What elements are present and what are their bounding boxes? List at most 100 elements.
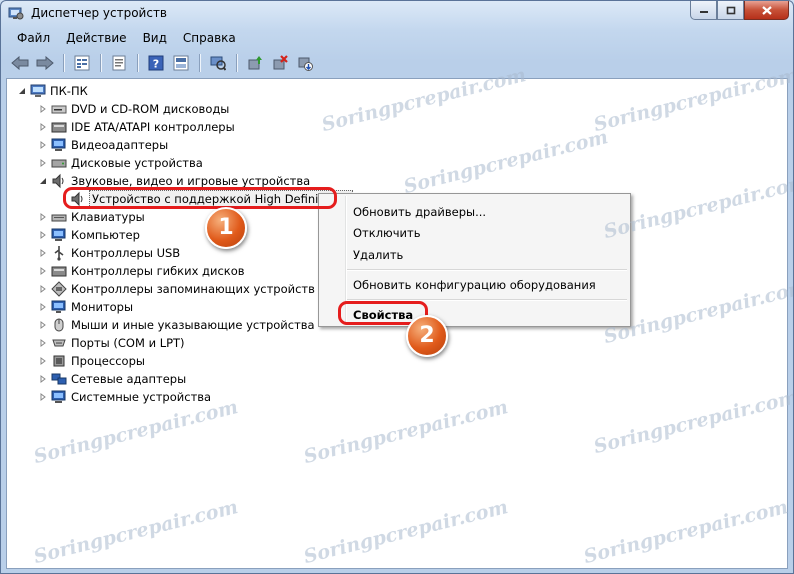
device-manager-icon	[8, 5, 24, 21]
menu-help[interactable]: Справка	[175, 29, 244, 49]
processor-icon	[51, 353, 67, 369]
system-device-icon	[51, 389, 67, 405]
tree-item[interactable]: Системные устройства	[38, 388, 212, 406]
tree-item-label: Компьютер	[71, 228, 140, 242]
monitor-icon	[51, 299, 67, 315]
tree-item-label: Видеоадаптеры	[71, 138, 169, 152]
computer-icon	[30, 83, 46, 99]
tree-item-label: IDE ATA/ATAPI контроллеры	[71, 120, 235, 134]
expand-arrow-icon[interactable]	[38, 356, 48, 366]
tree-item[interactable]: Мониторы	[38, 298, 134, 316]
maximize-button[interactable]	[717, 1, 744, 20]
scan-hardware-icon	[210, 56, 226, 71]
maximize-icon	[726, 6, 735, 14]
expand-arrow-icon[interactable]	[38, 230, 48, 240]
menu-item-delete[interactable]: Удалить	[353, 248, 403, 262]
tree-item-label: Звуковые, видео и игровые устройства	[71, 174, 311, 188]
tree-root[interactable]: ПК-ПК	[17, 82, 89, 100]
expand-arrow-icon[interactable]	[38, 338, 48, 348]
collapse-arrow-icon[interactable]	[38, 176, 48, 186]
menu-item-update-drivers[interactable]: Обновить драйверы...	[353, 205, 486, 219]
expand-arrow-icon[interactable]	[38, 284, 48, 294]
forward-arrow-icon	[36, 56, 54, 70]
expand-arrow-icon[interactable]	[38, 104, 48, 114]
expand-arrow-icon[interactable]	[38, 140, 48, 150]
window-title: Диспетчер устройств	[31, 6, 168, 20]
expand-arrow-icon[interactable]	[38, 248, 48, 258]
back-button[interactable]	[9, 53, 31, 73]
expand-arrow-icon[interactable]	[38, 374, 48, 384]
tree-item[interactable]: Процессоры	[38, 352, 146, 370]
device-manager-window: Диспетчер устройств Файл Действие Вид Сп…	[0, 0, 794, 574]
step-badge-2: 2	[406, 315, 448, 357]
expand-arrow-icon[interactable]	[38, 302, 48, 312]
toolbar-separator	[236, 54, 237, 72]
expand-arrow-icon[interactable]	[38, 212, 48, 222]
menu-file[interactable]: Файл	[9, 29, 58, 49]
tree-item[interactable]: Контроллеры USB	[38, 244, 181, 262]
toolbar-separator	[199, 54, 200, 72]
tree-item[interactable]: Клавиатуры	[38, 208, 146, 226]
ide-controller-icon	[51, 119, 67, 135]
scan-hardware-button[interactable]	[207, 53, 229, 73]
toolbar-separator	[137, 54, 138, 72]
disable-icon	[298, 57, 313, 71]
network-adapter-icon	[51, 371, 67, 387]
tree-item-label: Контроллеры USB	[71, 246, 181, 260]
menu-separator	[347, 269, 627, 270]
tree-item[interactable]: Сетевые адаптеры	[38, 370, 187, 388]
tree-item[interactable]: Порты (COM и LPT)	[38, 334, 186, 352]
tree-item[interactable]: Контроллеры запоминающих устройств	[38, 280, 316, 298]
tree-item-label: DVD и CD-ROM дисководы	[71, 102, 230, 116]
menu-view[interactable]: Вид	[135, 29, 175, 49]
menu-bar: Файл Действие Вид Справка	[1, 29, 793, 49]
usb-icon	[51, 245, 67, 261]
tree-item-label: Сетевые адаптеры	[71, 372, 187, 386]
tree-item-label: Мыши и иные указывающие устройства	[71, 318, 315, 332]
show-hidden-icon	[173, 55, 189, 71]
update-driver-icon	[248, 56, 262, 70]
tree-item-label: Контроллеры запоминающих устройств	[71, 282, 315, 296]
toolbar-separator	[100, 54, 101, 72]
tree-root-label: ПК-ПК	[50, 84, 88, 98]
uninstall-button[interactable]	[269, 53, 291, 73]
computer-icon	[51, 227, 67, 243]
forward-button[interactable]	[34, 53, 56, 73]
show-hidden-button[interactable]	[170, 53, 192, 73]
tree-item[interactable]: IDE ATA/ATAPI контроллеры	[38, 118, 236, 136]
expand-arrow-icon[interactable]	[38, 266, 48, 276]
tree-view-button[interactable]	[71, 53, 93, 73]
toolbar-separator	[63, 54, 64, 72]
tree-view-icon	[74, 55, 90, 71]
tree-item[interactable]: Контроллеры гибких дисков	[38, 262, 246, 280]
tree-item[interactable]: DVD и CD-ROM дисководы	[38, 100, 230, 118]
minimize-button[interactable]	[690, 1, 717, 20]
collapse-arrow-icon[interactable]	[17, 86, 27, 96]
menu-item-scan-hardware[interactable]: Обновить конфигурацию оборудования	[353, 278, 596, 292]
floppy-controller-icon	[51, 263, 67, 279]
expand-arrow-icon[interactable]	[38, 392, 48, 402]
tree-item-label: Порты (COM и LPT)	[71, 336, 185, 350]
help-button[interactable]: ?	[145, 53, 167, 73]
tree-item-label: Системные устройства	[71, 390, 212, 404]
close-button[interactable]	[744, 1, 789, 20]
menu-item-disable[interactable]: Отключить	[353, 226, 420, 240]
port-icon	[51, 335, 67, 351]
expand-arrow-icon[interactable]	[38, 122, 48, 132]
help-icon: ?	[148, 55, 164, 71]
expand-arrow-icon[interactable]	[38, 158, 48, 168]
update-driver-button[interactable]	[244, 53, 266, 73]
properties-button[interactable]	[108, 53, 130, 73]
expand-arrow-icon[interactable]	[38, 320, 48, 330]
tree-item[interactable]: Дисковые устройства	[38, 154, 204, 172]
menu-action[interactable]: Действие	[58, 29, 134, 49]
tree-item[interactable]: Мыши и иные указывающие устройства	[38, 316, 316, 334]
minimize-icon	[699, 11, 708, 13]
tree-item[interactable]: Компьютер	[38, 226, 141, 244]
tree-item[interactable]: Видеоадаптеры	[38, 136, 169, 154]
tree-item-label: Процессоры	[71, 354, 145, 368]
disable-button[interactable]	[294, 53, 316, 73]
title-bar[interactable]: Диспетчер устройств	[1, 1, 793, 27]
close-icon	[761, 5, 772, 15]
properties-icon	[112, 55, 126, 71]
